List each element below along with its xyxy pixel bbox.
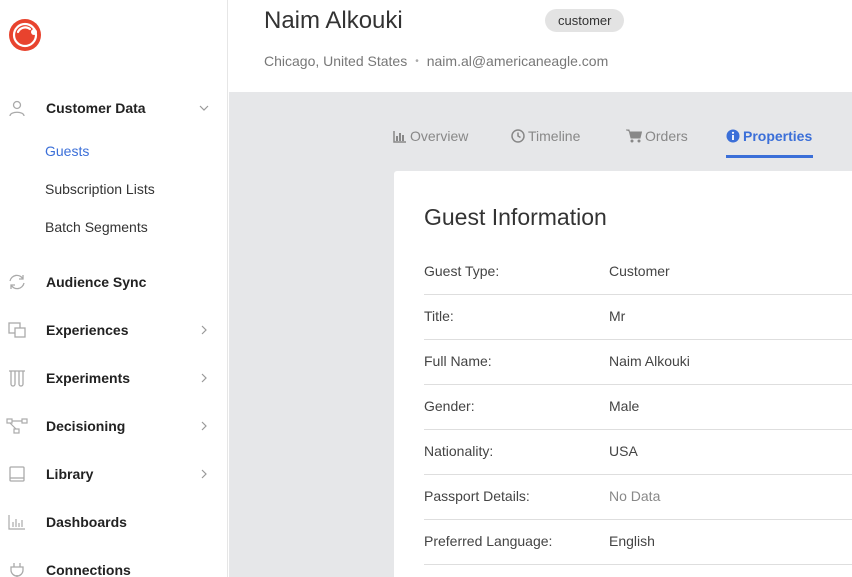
tab-label: Properties	[743, 128, 813, 144]
property-row: Passport Details: No Data	[424, 475, 852, 520]
property-row: Preferred Language: English	[424, 520, 852, 565]
decision-tree-icon	[6, 415, 28, 437]
sidebar-item-decisioning[interactable]: Decisioning	[0, 411, 228, 441]
chevron-right-icon	[198, 324, 210, 336]
property-row: Guest Type: Customer	[424, 250, 852, 295]
sidebar-item-connections[interactable]: Connections	[0, 555, 228, 577]
active-tab-indicator	[726, 155, 813, 158]
sidebar: Customer Data Guests Subscription Lists …	[0, 0, 228, 577]
chevron-right-icon	[198, 420, 210, 432]
guest-meta: Chicago, United States • naim.al@america…	[264, 53, 608, 69]
sidebar-subitem-batch-segments[interactable]: Batch Segments	[45, 219, 148, 235]
property-row: Nationality: USA	[424, 430, 852, 475]
property-label: Title:	[424, 308, 454, 324]
tab-label: Orders	[645, 128, 688, 144]
flask-icon	[6, 367, 28, 389]
guest-information-card: Guest Information Guest Type: Customer T…	[394, 171, 852, 577]
bar-chart-icon	[6, 511, 28, 533]
chevron-right-icon	[198, 468, 210, 480]
property-row: Full Name: Naim Alkouki	[424, 340, 852, 385]
sidebar-item-label: Connections	[46, 562, 131, 577]
sitecore-logo-icon[interactable]	[8, 18, 42, 52]
property-label: Guest Type:	[424, 263, 500, 279]
tab-label: Overview	[410, 128, 469, 144]
status-badge: customer	[545, 9, 625, 32]
sidebar-subitem-guests[interactable]: Guests	[45, 143, 89, 159]
sidebar-item-dashboards[interactable]: Dashboards	[0, 507, 228, 537]
property-value: No Data	[609, 488, 661, 504]
tab-timeline[interactable]: Timeline	[511, 128, 580, 144]
property-value: USA	[609, 443, 638, 459]
chevron-down-icon	[198, 102, 210, 114]
property-row: Title: Mr	[424, 295, 852, 340]
page-title: Naim Alkouki	[264, 7, 403, 34]
property-row: Gender: Male	[424, 385, 852, 430]
guest-email[interactable]: naim.al@americaneagle.com	[427, 53, 609, 69]
property-label: Nationality:	[424, 443, 494, 459]
tab-orders[interactable]: Orders	[626, 128, 688, 144]
plug-icon	[6, 559, 28, 577]
tab-properties[interactable]: Properties	[726, 128, 812, 144]
sidebar-item-library[interactable]: Library	[0, 459, 228, 489]
tab-bar: Overview Timeline Orders Properties	[229, 92, 852, 162]
guest-location: Chicago, United States	[264, 53, 408, 69]
tab-overview[interactable]: Overview	[393, 128, 468, 144]
cart-icon	[626, 129, 642, 143]
separator-dot: •	[415, 55, 419, 67]
sidebar-item-label: Decisioning	[46, 418, 126, 434]
chevron-right-icon	[198, 372, 210, 384]
chart-icon	[393, 130, 407, 143]
sync-icon	[6, 271, 28, 293]
property-value: Naim Alkouki	[609, 353, 690, 369]
sidebar-item-label: Dashboards	[46, 514, 127, 530]
main-content: Overview Timeline Orders Properties Gues…	[229, 92, 852, 577]
sidebar-item-customer-data[interactable]: Customer Data	[0, 93, 228, 123]
sidebar-item-label: Customer Data	[46, 100, 146, 116]
info-icon	[726, 129, 740, 143]
guest-header: Naim Alkouki customer Chicago, United St…	[229, 0, 852, 92]
sidebar-item-experiences[interactable]: Experiences	[0, 315, 228, 345]
property-value: English	[609, 533, 655, 549]
card-title: Guest Information	[424, 204, 607, 230]
sidebar-item-label: Audience Sync	[46, 274, 147, 290]
sidebar-item-label: Experiments	[46, 370, 131, 386]
property-label: Preferred Language:	[424, 533, 553, 549]
property-label: Full Name:	[424, 353, 492, 369]
book-icon	[6, 463, 28, 485]
sidebar-item-label: Experiences	[46, 322, 129, 338]
property-value: Customer	[609, 263, 670, 279]
clock-icon	[511, 129, 525, 143]
property-value: Mr	[609, 308, 626, 324]
sidebar-item-audience-sync[interactable]: Audience Sync	[0, 267, 228, 297]
property-label: Gender:	[424, 398, 475, 414]
experiences-icon	[6, 319, 28, 341]
user-icon	[6, 97, 28, 119]
sidebar-item-experiments[interactable]: Experiments	[0, 363, 228, 393]
sidebar-subitem-subscription-lists[interactable]: Subscription Lists	[45, 181, 155, 197]
sidebar-item-label: Library	[46, 466, 94, 482]
property-value: Male	[609, 398, 640, 414]
tab-label: Timeline	[528, 128, 581, 144]
property-label: Passport Details:	[424, 488, 530, 504]
